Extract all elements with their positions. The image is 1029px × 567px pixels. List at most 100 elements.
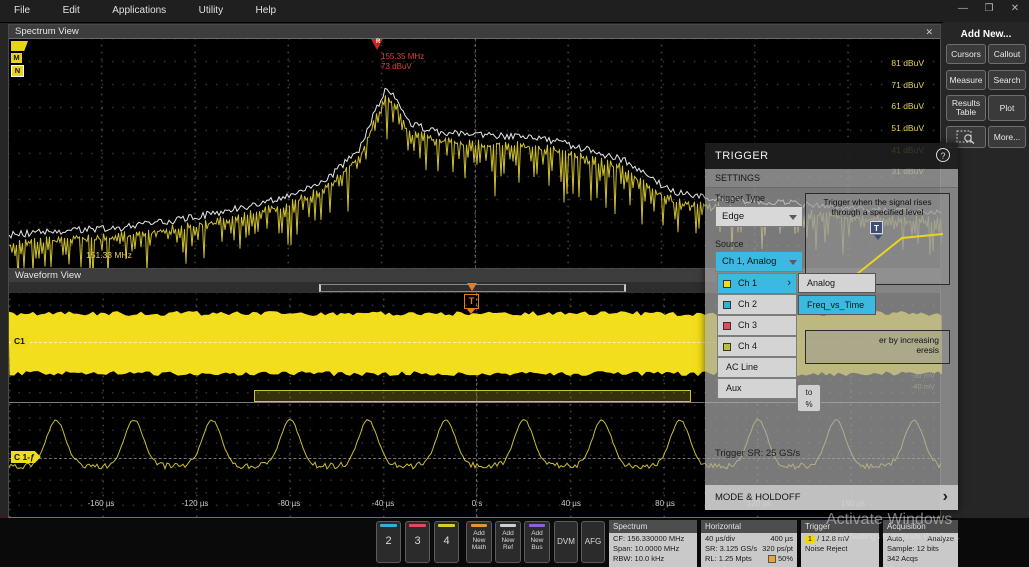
add-new-title: Add New... xyxy=(943,29,1029,40)
time-axis-label: -160 µs xyxy=(79,499,123,508)
source-option-label: AC Line xyxy=(726,362,758,372)
marker-frequency: 155.35 MHz xyxy=(381,52,424,61)
results-table-button[interactable]: Results Table xyxy=(946,95,986,121)
source-option-ch4[interactable]: Ch 4 xyxy=(717,336,797,357)
zoom-region-box[interactable] xyxy=(254,390,691,402)
rbw: RBW: 10.0 kHz xyxy=(613,554,693,564)
zoom-icon xyxy=(956,130,976,144)
more-button[interactable]: More... xyxy=(988,126,1026,148)
trigger-type-dropdown[interactable]: Edge xyxy=(715,206,803,227)
spectrum-start-frequency: 151.33 MHz xyxy=(86,250,132,260)
trigger-indicator-icon[interactable]: T xyxy=(464,294,479,309)
hysteresis-hint-line2: eresis xyxy=(806,345,939,355)
plot-button[interactable]: Plot xyxy=(988,95,1026,121)
ch2-label: 2 xyxy=(377,535,400,547)
cursors-button[interactable]: Cursors xyxy=(946,44,986,64)
ch3-label: 3 xyxy=(406,535,429,547)
acquisition-badge[interactable]: Acquisition Auto,Analyze Sample: 12 bits… xyxy=(883,520,958,567)
trigger-badge[interactable]: Trigger 1 / 12.8 mV Noise Reject xyxy=(801,520,879,567)
menu-help[interactable]: Help xyxy=(242,1,291,20)
status-bar: Ch 1 10 mV/div 10 dBuV/div 500 MHz Bw Ch… xyxy=(0,518,1029,567)
source-option-ch3[interactable]: Ch 3 xyxy=(717,315,797,336)
math-color-stripe xyxy=(471,524,488,527)
ch1-freq-trace-badge[interactable]: C 1-ƒ xyxy=(11,451,41,463)
set-to-percent-button[interactable]: to % xyxy=(797,384,821,412)
menu-applications[interactable]: Applications xyxy=(98,1,180,20)
menu-edit[interactable]: Edit xyxy=(49,1,94,20)
source-dropdown[interactable]: Ch 1, Analog xyxy=(715,251,803,272)
search-button[interactable]: Search xyxy=(988,70,1026,90)
spectrum-badge[interactable]: Spectrum CF: 156.330000 MHz Span: 10.000… xyxy=(609,520,697,567)
ch3-color-stripe xyxy=(409,524,425,527)
add-new-bus-button[interactable]: AddNewBus xyxy=(524,521,550,563)
slope-icon: / xyxy=(817,534,819,543)
hysteresis-hint-line1: er by increasing xyxy=(806,335,939,345)
acquisition-badge-title: Acquisition xyxy=(883,520,958,533)
callout-button[interactable]: Callout xyxy=(988,44,1026,64)
source-option-aux[interactable]: Aux xyxy=(717,378,797,399)
source-option-label: Ch 4 xyxy=(738,341,757,351)
submenu-freq-vs-time[interactable]: Freq_vs_Time xyxy=(798,295,876,315)
edge-hint-box: Trigger when the signal rises through a … xyxy=(805,193,950,285)
noise-reject: Noise Reject xyxy=(805,544,875,554)
bus-color-stripe xyxy=(529,524,546,527)
ref-color-stripe xyxy=(500,524,517,527)
horizontal-badge-title: Horizontal xyxy=(701,520,797,533)
spectrum-close-icon[interactable]: ✕ xyxy=(922,25,936,39)
hysteresis-hint-box: er by increasing eresis xyxy=(805,330,950,364)
dvm-button[interactable]: DVM xyxy=(554,521,578,563)
ch1-waveform-badge[interactable]: C1 xyxy=(11,335,31,347)
source-option-acline[interactable]: AC Line xyxy=(717,357,797,378)
spectrum-view-header[interactable]: Spectrum View ✕ xyxy=(9,25,940,39)
afg-label: AFG xyxy=(582,537,604,546)
add-new-math-button[interactable]: AddNewMath xyxy=(466,521,492,563)
spectrum-view-title: Spectrum View xyxy=(15,26,79,37)
mode-holdoff-section[interactable]: MODE & HOLDOFF › xyxy=(705,485,958,510)
help-icon[interactable]: ? xyxy=(936,148,950,162)
afg-button[interactable]: AFG xyxy=(581,521,605,563)
trigger-dialog: TRIGGER ? SETTINGS Trigger Type Edge Tri… xyxy=(705,143,958,510)
menu-utility[interactable]: Utility xyxy=(185,1,237,20)
spectrum-axis-label: 81 dBuV xyxy=(891,58,924,68)
trigger-type-label: Trigger Type xyxy=(715,193,765,203)
measure-button[interactable]: Measure xyxy=(946,70,986,90)
app-window: File Edit Applications Utility Help — ❐ … xyxy=(0,0,1029,567)
ch2-color-swatch xyxy=(723,301,731,309)
close-icon[interactable]: ✕ xyxy=(1009,3,1021,14)
ch1-color-swatch xyxy=(723,280,731,288)
normal-trace-badge[interactable]: N xyxy=(11,65,24,77)
source-option-ch1[interactable]: Ch 1 › xyxy=(717,273,797,294)
source-option-label: Ch 2 xyxy=(738,299,757,309)
menu-bar: File Edit Applications Utility Help — ❐ … xyxy=(0,0,1029,23)
minimize-icon[interactable]: — xyxy=(957,3,969,14)
trigger-dialog-title[interactable]: TRIGGER xyxy=(705,143,958,169)
menu-file[interactable]: File xyxy=(0,1,44,20)
maximize-icon[interactable]: ❐ xyxy=(983,3,995,14)
chevron-right-icon: › xyxy=(943,485,948,508)
ch4-button[interactable]: 4 xyxy=(434,521,459,563)
reference-marker-label: R xyxy=(376,39,380,45)
mode-holdoff-label: MODE & HOLDOFF xyxy=(715,492,801,503)
submenu-analog[interactable]: Analog xyxy=(798,273,876,293)
ch4-label: 4 xyxy=(435,535,458,547)
trigger-position-marker-icon[interactable] xyxy=(467,283,477,291)
trigger-dialog-body: Trigger Type Edge Trigger when the signa… xyxy=(705,188,958,485)
max-hold-trace-badge[interactable]: M xyxy=(11,53,22,63)
spectrum-axis-label: 71 dBuV xyxy=(891,80,924,90)
ch4-color-swatch xyxy=(723,343,731,351)
chevron-down-icon xyxy=(789,215,797,220)
ch3-button[interactable]: 3 xyxy=(405,521,430,563)
span: Span: 10.0000 MHz xyxy=(613,544,693,554)
tab-settings[interactable]: SETTINGS xyxy=(705,169,958,188)
trigger-level: 12.8 mV xyxy=(821,534,849,543)
trigger-sample-rate: Trigger SR: 25 GS/s xyxy=(715,448,800,459)
acq-count: 342 Acqs xyxy=(887,554,954,564)
horizontal-badge[interactable]: Horizontal 40 µs/div400 µs SR: 3.125 GS/… xyxy=(701,520,797,567)
source-option-ch2[interactable]: Ch 2 xyxy=(717,294,797,315)
time-axis-label: 80 µs xyxy=(643,499,687,508)
trigger-indicator-arrow-icon xyxy=(466,308,476,314)
to-label: to xyxy=(798,387,820,399)
add-new-ref-button[interactable]: AddNewRef xyxy=(495,521,521,563)
time-axis-label: 0 s xyxy=(455,499,499,508)
ch2-button[interactable]: 2 xyxy=(376,521,401,563)
